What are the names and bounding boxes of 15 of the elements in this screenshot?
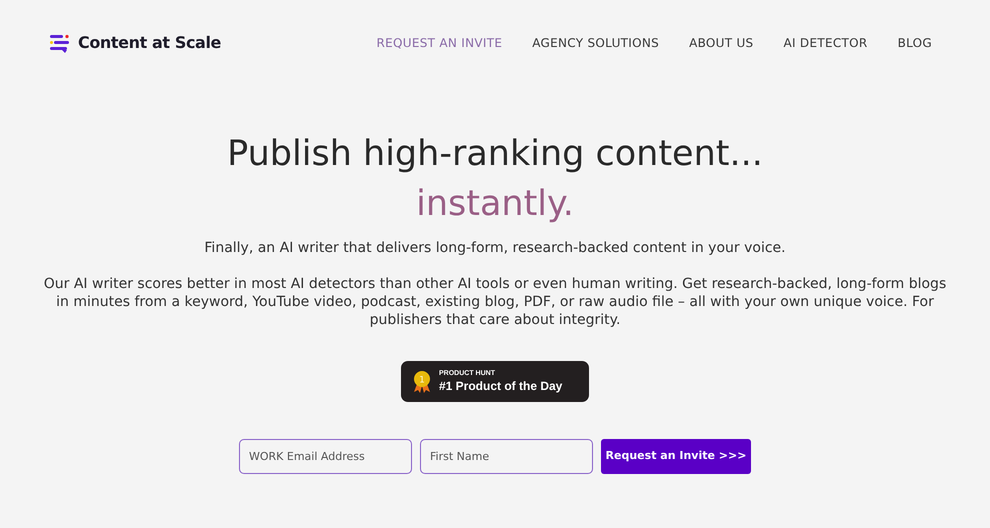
nav-link[interactable]: AI DETECTOR: [783, 34, 868, 52]
subtitle: Finally, an AI writer that delivers long-form, research-backed content in your voice.: [204, 239, 786, 258]
nav-link[interactable]: REQUEST AN INVITE: [376, 34, 502, 52]
nav-link[interactable]: AGENCY SOLUTIONS: [532, 34, 660, 52]
nav-link[interactable]: ABOUT US: [689, 34, 754, 52]
request-invite-button[interactable]: Request an Invite >>>: [601, 439, 751, 474]
nav-link[interactable]: BLOG: [898, 34, 932, 52]
logo-text[interactable]: Content at Scale: [78, 31, 221, 55]
description: Our AI writer scores better in most AI detectors than other AI tools or even human writing. Get research-backed, long-form blogs in minutes from a keyword, YouTube video, podcast, existing blog, PDF, or raw audio file – all with your own unique voice. For publishers that care about integrity.: [42, 275, 948, 329]
headline: Publish high-ranking content...: [227, 133, 763, 176]
input-field[interactable]: WORK Email Address: [239, 439, 412, 474]
logo-icon: [50, 33, 70, 53]
headline-accent: instantly.: [416, 183, 574, 226]
input-field[interactable]: First Name: [420, 439, 593, 474]
badge-label: #1 Product of the Day: [439, 378, 562, 394]
